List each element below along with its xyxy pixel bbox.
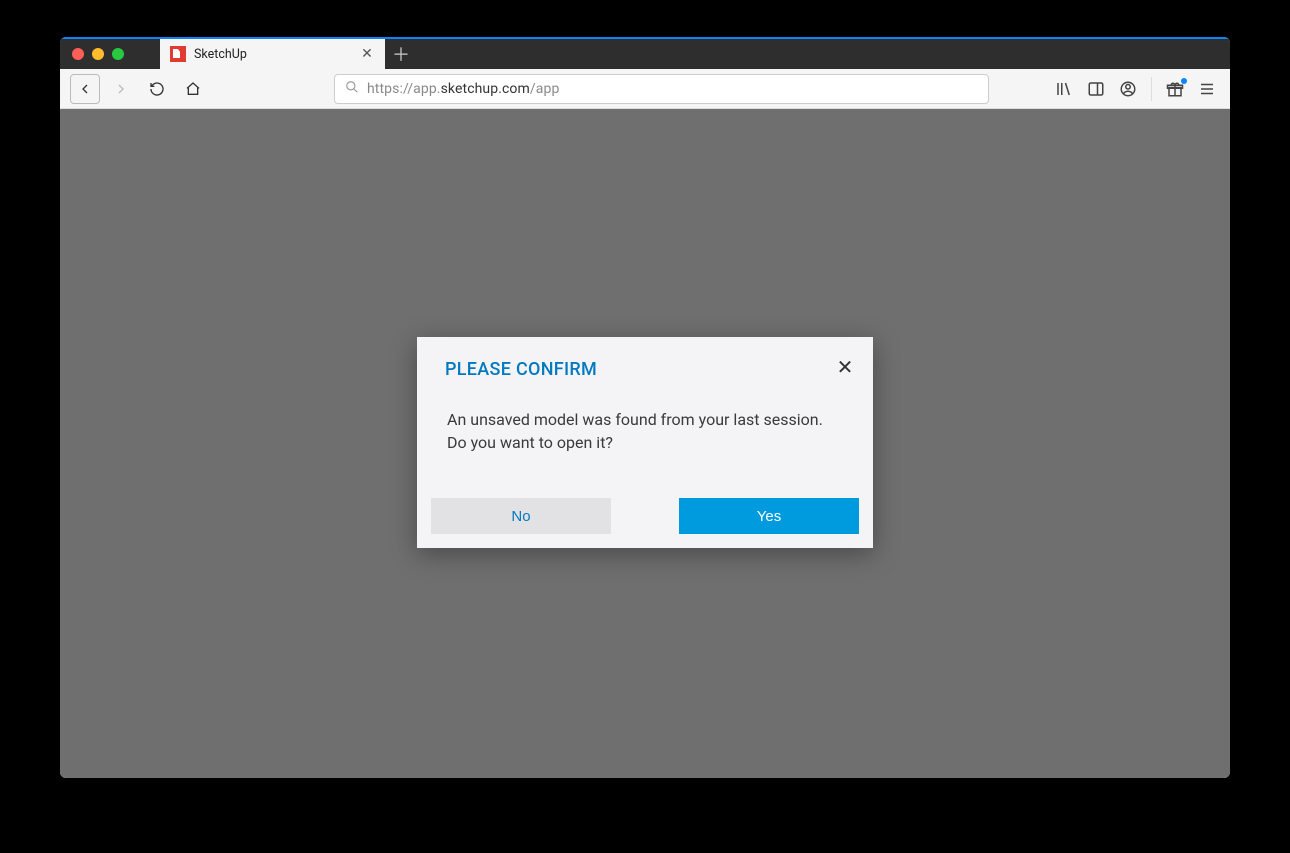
home-button[interactable] [178,74,208,104]
browser-toolbar: https://app.sketchup.com/app [60,69,1230,109]
new-tab-button[interactable]: ＋ [385,39,417,69]
back-button[interactable] [70,74,100,104]
confirm-dialog: PLEASE CONFIRM ✕ An unsaved model was fo… [417,337,873,548]
browser-tab-sketchup[interactable]: SketchUp ✕ [160,39,385,69]
forward-button[interactable] [106,74,136,104]
dialog-text-line2: Do you want to open it? [447,431,843,454]
account-icon[interactable] [1119,80,1137,98]
window-controls [60,39,160,69]
toolbar-separator [1151,77,1152,101]
app-content-area: PLEASE CONFIRM ✕ An unsaved model was fo… [60,109,1230,778]
window-minimize-button[interactable] [92,48,104,60]
library-icon[interactable] [1055,80,1073,98]
browser-window: SketchUp ✕ ＋ https://app.sketchup.com/ap… [60,37,1230,778]
toolbar-right-icons [1055,77,1220,101]
search-icon [345,80,359,98]
window-close-button[interactable] [72,48,84,60]
dialog-title: PLEASE CONFIRM [445,359,597,380]
tab-bar: SketchUp ✕ ＋ [60,37,1230,69]
address-bar[interactable]: https://app.sketchup.com/app [334,74,989,104]
dialog-body: An unsaved model was found from your las… [417,380,873,498]
reload-button[interactable] [142,74,172,104]
gift-icon[interactable] [1166,80,1184,98]
yes-button[interactable]: Yes [679,498,859,534]
dialog-close-button[interactable]: ✕ [833,355,857,379]
tab-close-button[interactable]: ✕ [359,46,375,62]
sidebar-icon[interactable] [1087,80,1105,98]
menu-icon[interactable] [1198,80,1216,98]
window-maximize-button[interactable] [112,48,124,60]
sketchup-favicon-icon [170,46,186,62]
url-text: https://app.sketchup.com/app [367,81,559,97]
tab-title: SketchUp [194,47,247,62]
notification-dot-icon [1181,78,1187,84]
no-button[interactable]: No [431,498,611,534]
dialog-text-line1: An unsaved model was found from your las… [447,408,843,431]
